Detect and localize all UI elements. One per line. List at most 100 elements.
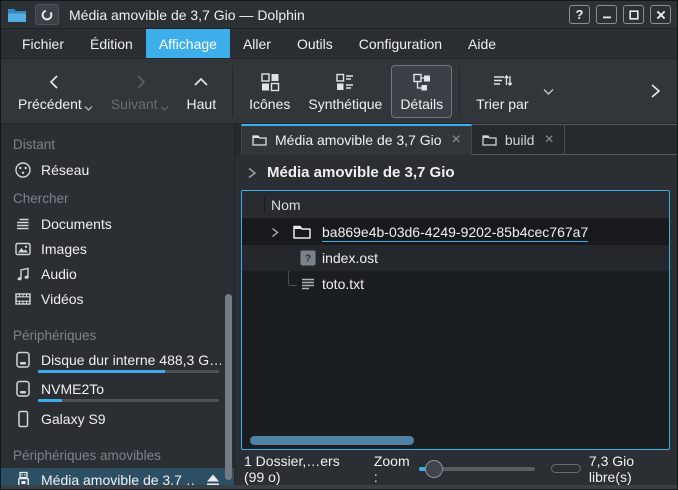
tab-build[interactable]: build × [472, 124, 565, 155]
image-icon [14, 241, 32, 257]
sidebar-item-videos[interactable]: Vidéos [1, 286, 234, 311]
icons-view-icon [259, 71, 281, 93]
sidebar-item-audio[interactable]: Audio [1, 261, 234, 286]
file-row-toto-txt[interactable]: toto.txt [242, 271, 669, 297]
compact-view-button[interactable]: Synthétique [299, 65, 391, 118]
title-bar[interactable]: Média amovible de 3,7 Gio — Dolphin ? [1, 1, 677, 29]
sort-by-button[interactable]: Trier par [467, 65, 537, 118]
icons-view-label: Icônes [249, 96, 290, 112]
sidebar-item-label: Disque dur interne 488,3 G… [41, 352, 221, 368]
chevron-right-icon [130, 71, 150, 93]
column-header-nom[interactable]: Nom [242, 191, 669, 219]
details-view-button[interactable]: Détails [391, 65, 452, 118]
menu-edition[interactable]: Édition [77, 29, 146, 58]
free-space-label: 7,3 Gio libre(s) [589, 453, 667, 485]
chevron-left-icon [45, 71, 65, 93]
sidebar-item-label: Documents [41, 216, 112, 232]
expand-chevron-icon[interactable] [268, 226, 281, 239]
menu-aide[interactable]: Aide [455, 29, 509, 58]
text-file-icon [300, 276, 316, 292]
sidebar-item-label: Réseau [41, 162, 89, 178]
file-name: ba869e4b-03d6-4249-9202-85b4cec767a7 [322, 224, 588, 240]
menu-aller[interactable]: Aller [230, 29, 284, 58]
usb-drive-icon [14, 471, 32, 485]
eject-button[interactable] [205, 473, 221, 486]
icons-view-button[interactable]: Icônes [240, 65, 299, 118]
maximize-button[interactable] [623, 5, 644, 24]
window-title: Média amovible de 3,7 Gio — Dolphin [69, 7, 563, 23]
document-lines-icon [14, 216, 32, 232]
tab-media-amovible[interactable]: Média amovible de 3,7 Gio × [241, 124, 472, 155]
minimize-button[interactable] [596, 5, 617, 24]
sidebar-item-documents[interactable]: Documents [1, 211, 234, 236]
dolphin-folder-app-icon [7, 6, 29, 24]
toolbar-separator [232, 65, 233, 117]
status-bar: 1 Dossier,…ers (99 o) Zoom : 7,3 Gio lib… [235, 452, 677, 485]
sidebar-item-nvme2to[interactable]: NVME2To [1, 377, 234, 406]
folder-pane: Média amovible de 3,7 Gio × build × [235, 124, 677, 485]
up-button[interactable]: Haut [178, 65, 226, 118]
sidebar-item-images[interactable]: Images [1, 236, 234, 261]
close-button[interactable] [650, 5, 671, 24]
horizontal-scrollbar[interactable] [250, 436, 414, 445]
sidebar-scrollbar[interactable] [225, 294, 232, 480]
file-row-index-ost[interactable]: ? index.ost [242, 245, 669, 271]
tab-close-icon[interactable]: × [452, 132, 461, 148]
file-name: toto.txt [322, 276, 364, 292]
smartphone-icon [14, 410, 32, 428]
hard-drive-icon [14, 380, 32, 398]
menu-fichier[interactable]: Fichier [9, 29, 77, 58]
section-title-peripheriques: Périphériques [1, 319, 234, 348]
column-divider [264, 196, 265, 213]
window-bottom-edge [1, 485, 677, 489]
toolbar-overflow-button[interactable] [645, 80, 665, 102]
sort-by-label: Trier par [476, 96, 528, 112]
chevron-right-icon[interactable] [246, 166, 258, 180]
hard-drive-icon [14, 351, 32, 369]
section-title-chercher: Chercher [1, 182, 234, 211]
file-view[interactable]: Nom ba869e4b [241, 190, 670, 450]
tab-close-icon[interactable]: × [544, 132, 553, 148]
details-view-label: Détails [400, 96, 443, 112]
unknown-file-icon: ? [300, 250, 316, 266]
chevron-down-icon [84, 105, 93, 112]
menu-outils[interactable]: Outils [284, 29, 346, 58]
sidebar-item-disque-dur-interne[interactable]: Disque dur interne 488,3 G… [1, 348, 234, 377]
file-name: index.ost [322, 250, 378, 266]
window-menu-button[interactable] [35, 4, 59, 25]
sidebar-item-label: Audio [41, 266, 77, 282]
zoom-slider-handle[interactable] [425, 460, 443, 478]
chevron-down-icon [160, 105, 169, 112]
forward-button[interactable]: Suivant [102, 65, 178, 118]
menu-bar: Fichier Édition Affichage Aller Outils C… [1, 29, 677, 59]
section-title-distant: Distant [1, 128, 234, 157]
dolphin-window: Média amovible de 3,7 Gio — Dolphin ? Fi… [0, 0, 678, 490]
sidebar-item-galaxy-s9[interactable]: Galaxy S9 [1, 406, 234, 431]
tab-bar-empty-area [565, 124, 677, 155]
chevron-down-icon[interactable] [543, 88, 554, 96]
breadcrumb: Média amovible de 3,7 Gio [235, 155, 677, 190]
sidebar-item-label: Galaxy S9 [41, 411, 106, 427]
zoom-label: Zoom : [374, 453, 411, 485]
sort-icon [491, 71, 513, 93]
menu-configuration[interactable]: Configuration [346, 29, 455, 58]
zoom-slider[interactable] [419, 459, 535, 479]
file-row-folder[interactable]: ba869e4b-03d6-4249-9202-85b4cec767a7 [242, 219, 669, 245]
sidebar-item-label: NVME2To [41, 381, 104, 397]
breadcrumb-current[interactable]: Média amovible de 3,7 Gio [267, 164, 455, 181]
svg-text:?: ? [305, 254, 311, 265]
back-label: Précédent [18, 96, 82, 112]
column-header-label: Nom [271, 197, 301, 213]
chevron-right-icon [645, 80, 665, 102]
menu-affichage[interactable]: Affichage [146, 29, 230, 58]
music-note-icon [14, 266, 32, 282]
sidebar-item-label: Média amovible de 3,7 … [41, 472, 196, 485]
compact-view-icon [334, 71, 356, 93]
back-button[interactable]: Précédent [9, 65, 102, 118]
help-button[interactable]: ? [569, 5, 590, 24]
film-strip-icon [14, 291, 32, 307]
minimize-icon [601, 9, 613, 21]
sidebar-item-media-amovible[interactable]: Média amovible de 3,7 … [1, 468, 234, 485]
sidebar-item-reseau[interactable]: Réseau [1, 157, 234, 182]
up-label: Haut [187, 96, 217, 112]
